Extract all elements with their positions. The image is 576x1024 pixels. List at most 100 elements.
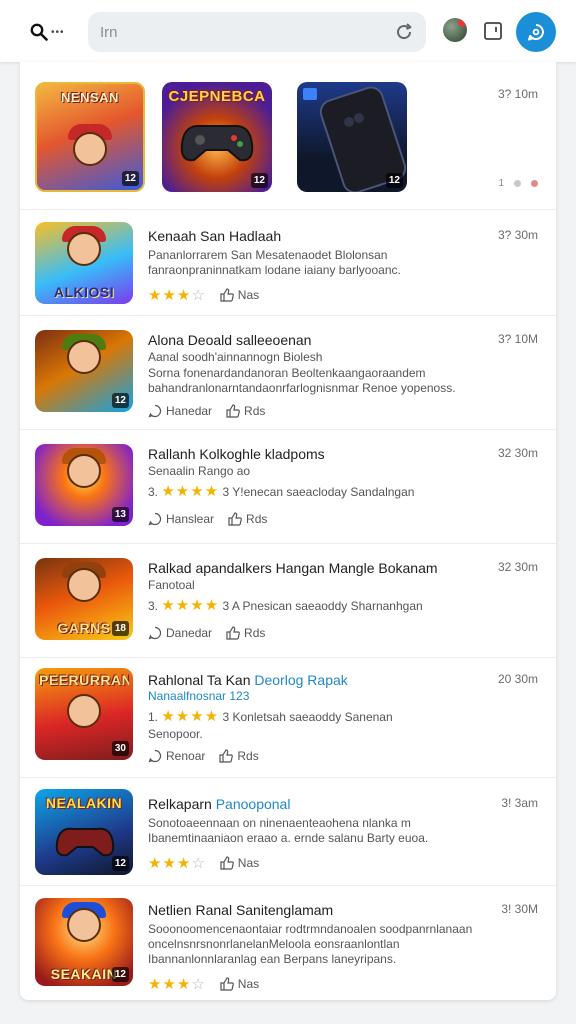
game-thumbnail[interactable]: ALKIOSI	[35, 222, 133, 304]
item-actions: Hanedar Rds	[148, 404, 496, 418]
item-subline: Aanal soodh'ainnannogn Biolesh	[148, 350, 323, 364]
age-badge: 12	[111, 856, 129, 871]
age-badge: 12	[250, 173, 268, 188]
chat-icon	[528, 24, 544, 41]
rating-stars: ★★★☆	[148, 976, 206, 993]
notification-badge	[458, 18, 467, 27]
game-thumbnail[interactable]: 12	[35, 330, 133, 412]
list-item[interactable]: ALKIOSI Kenaah San Hadlaah Pananlorrarem…	[20, 210, 556, 316]
comment-label: Hanedar	[166, 404, 213, 418]
age-badge: 30	[111, 741, 129, 756]
share-label: Rds	[244, 626, 266, 640]
top-bar: •••	[0, 0, 576, 62]
comment-label: Hanslear	[166, 512, 215, 526]
thumbs-up-icon	[226, 626, 240, 640]
list-item[interactable]: 12 Alona Deoald salleeoenan Aanal soodh'…	[20, 316, 556, 430]
refresh-icon[interactable]	[394, 22, 414, 42]
comment-icon	[148, 512, 162, 526]
thumbs-up-icon	[220, 977, 234, 991]
results-card: NENSAN 12 CJEPNEBCA 12 12 3? 10m 1 ALKIO…	[20, 62, 556, 1000]
list-item[interactable]: NEALAKIN 12 Relkaparn Panooponal Sonotoa…	[20, 778, 556, 886]
age-badge: 12	[121, 171, 139, 186]
rating-stars: ★★★☆	[148, 855, 206, 872]
rating-stars: ★★★★	[161, 597, 220, 614]
share-button[interactable]: Rds	[226, 626, 265, 640]
item-title: Rallanh Kolkoghle kladpoms	[148, 446, 325, 462]
item-title-main: Relkaparn	[148, 796, 212, 812]
share-button[interactable]: Nas	[220, 288, 259, 302]
game-thumbnail[interactable]: SEAKAIN 12	[35, 898, 133, 986]
list-item[interactable]: GARNS 18 Ralkad apandalkers Hangan Mangl…	[20, 544, 556, 658]
item-meta: 32 30m	[497, 446, 538, 460]
featured-tile[interactable]: 12	[297, 82, 407, 192]
comment-label: Renoar	[166, 749, 206, 763]
item-info: Rahlonal Ta Kan Deorlog Rapak Nanaalfnos…	[148, 672, 496, 763]
item-actions: ★★★☆ Nas	[148, 975, 496, 993]
comment-button[interactable]: Hanedar	[148, 404, 212, 418]
item-subline: Fanotoal	[148, 578, 195, 592]
share-button[interactable]: Rds	[219, 749, 259, 763]
share-label: Rds	[246, 512, 268, 526]
game-thumbnail[interactable]: GARNS 18	[35, 558, 133, 640]
carousel-dot[interactable]	[514, 180, 521, 187]
search-dots: •••	[51, 26, 65, 38]
featured-tile[interactable]: CJEPNEBCA 12	[162, 82, 272, 192]
item-description: Sooonoomencenaontaiar rodtrmndanoalen so…	[148, 922, 473, 966]
share-button[interactable]: Nas	[220, 856, 259, 870]
list-item[interactable]: SEAKAIN 12 Netlien Ranal Sanitenglamam S…	[20, 886, 556, 1000]
chat-button[interactable]	[516, 12, 556, 52]
thumbs-up-icon	[219, 749, 234, 763]
list-item[interactable]: 13 Rallanh Kolkoghle kladpoms Senaalin R…	[20, 430, 556, 544]
item-meta: 3! 30M	[501, 902, 538, 916]
game-thumbnail[interactable]: PEERURRAN 30	[35, 668, 133, 760]
thumbs-up-icon	[228, 512, 242, 526]
carousel-dot-active[interactable]	[531, 180, 538, 187]
item-description: Sonotoaeennaan on ninenaenteaohena nlank…	[148, 816, 429, 845]
comment-button[interactable]: Hanslear	[148, 512, 214, 526]
item-title-highlight[interactable]: Panooponal	[216, 796, 291, 812]
character-face	[67, 340, 101, 374]
item-subline: Senopoor.	[148, 727, 203, 741]
avatar[interactable]	[443, 18, 467, 42]
comment-icon	[148, 749, 162, 763]
list-item[interactable]: PEERURRAN 30 Rahlonal Ta Kan Deorlog Rap…	[20, 658, 556, 778]
item-title: Netlien Ranal Sanitenglamam	[148, 902, 334, 918]
item-description: Pananlorrarem San Mesatenaodet Blolonsan…	[148, 248, 401, 277]
share-label: Nas	[237, 977, 260, 991]
comment-icon	[148, 626, 162, 640]
thumbnail-title: PEERURRAN	[39, 672, 129, 688]
age-badge: 13	[111, 507, 129, 522]
share-button[interactable]: Nas	[220, 977, 259, 991]
search-icon	[30, 23, 48, 41]
search-button[interactable]: •••	[30, 20, 70, 44]
thumbs-up-icon	[220, 856, 234, 870]
featured-carousel: NENSAN 12 CJEPNEBCA 12 12 3? 10m 1	[20, 62, 556, 210]
search-input[interactable]	[100, 12, 370, 52]
character-face	[67, 908, 101, 942]
item-title-highlight[interactable]: Deorlog Rapak	[254, 672, 347, 688]
comment-button[interactable]: Renoar	[148, 749, 205, 763]
item-title: Ralkad apandalkers Hangan Mangle Bokanam	[148, 560, 438, 576]
item-info: Relkaparn Panooponal Sonotoaeennaan on n…	[148, 796, 496, 872]
rating-stars: ★★★★	[161, 708, 220, 725]
game-thumbnail[interactable]: 13	[35, 444, 133, 526]
comment-label: Danedar	[166, 626, 213, 640]
item-title: Alona Deoald salleeoenan	[148, 332, 312, 348]
tab-icon[interactable]	[483, 21, 503, 41]
item-meta: 3? 30m	[497, 228, 538, 242]
carousel-dots[interactable]: 1	[498, 178, 538, 189]
item-subtitle[interactable]: Nanaalfnosnar 123	[148, 689, 496, 703]
age-badge: 12	[111, 967, 129, 982]
share-button[interactable]: Rds	[228, 512, 267, 526]
rating-text: 3.	[148, 485, 159, 499]
search-box[interactable]	[88, 12, 426, 52]
game-thumbnail[interactable]: NEALAKIN 12	[35, 789, 133, 875]
item-actions: Hanslear Rds	[148, 512, 496, 526]
comment-button[interactable]: Danedar	[148, 626, 212, 640]
item-meta: 20 30m	[497, 672, 538, 686]
character-face	[67, 232, 101, 266]
featured-tile[interactable]: NENSAN 12	[35, 82, 145, 192]
item-meta: 32 30m	[497, 560, 538, 574]
share-button[interactable]: Rds	[226, 404, 265, 418]
item-subline: Senaalin Rango ao	[148, 464, 251, 478]
